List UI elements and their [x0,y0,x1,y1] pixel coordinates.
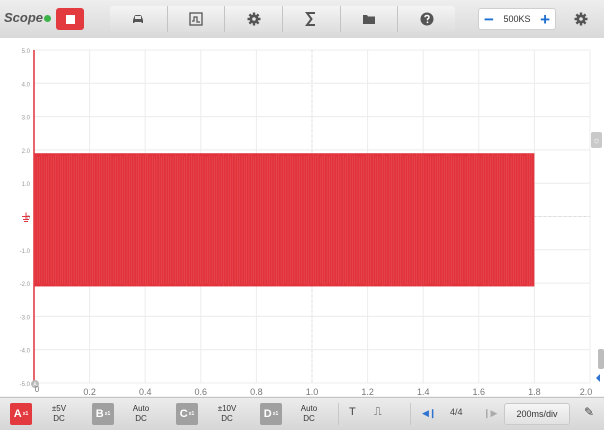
y-tick-label: 4.0 [22,82,31,88]
tool-group [110,6,455,32]
vehicle-button[interactable] [110,6,168,32]
channel-a-settings[interactable]: ±5V DC [44,404,74,424]
y-tick-label: 5.0 [22,49,31,55]
stop-button[interactable] [56,8,84,30]
sample-rate-value: 500KS [503,14,531,24]
x-origin-label: 0 [35,385,40,394]
channel-a-button[interactable]: Ax1 [10,403,32,425]
folder-button[interactable] [340,6,399,32]
sample-rate-decrease-button[interactable]: − [484,11,494,28]
y-tick-label: -4.0 [20,349,31,355]
divider [410,403,411,425]
y-tick-label: -5.0 [20,382,31,388]
divider [338,403,339,425]
sigma-math-icon [305,12,316,26]
channel-c-button[interactable]: Cx1 [176,403,198,425]
settings-tool-button[interactable] [225,6,284,32]
channel-d-settings[interactable]: Auto DC [294,404,324,424]
page-indicator: 4/4 [450,407,463,417]
app-title: Scope [4,10,52,25]
x-tick-label: 1.2 [361,387,374,396]
y-tick-label: -1.0 [20,249,31,255]
x-tick-label: 0.2 [83,387,96,396]
x-tick-label: 0.4 [139,387,152,396]
signal-fill [34,153,535,287]
x-tick-label: 2.0 [580,387,593,396]
end-marker-icon [596,374,600,382]
channel-d-button[interactable]: Dx1 [260,403,282,425]
sample-rate-control: − 500KS + [478,8,556,30]
y-tick-label: -3.0 [20,315,31,321]
folder-icon [363,15,376,24]
x-tick-label: 1.6 [473,387,486,396]
x-tick-label: 0.8 [250,387,263,396]
waveform-canvas: 5.04.03.02.01.00-1.0-2.0-3.0-4.0-5.0 A 00… [20,49,600,396]
x-tick-label: 1.4 [417,387,430,396]
x-tick-label: 1.0 [306,387,319,396]
sun-icon: ☼ [592,135,601,145]
math-button[interactable] [283,6,341,32]
next-page-icon[interactable]: ❙▶ [483,408,497,419]
y-tick-label: 2.0 [22,149,31,155]
help-icon [420,12,434,26]
right-scroll-handle[interactable] [598,349,604,369]
top-toolbar: Scope − 500KS + [0,0,604,39]
channel-b-button[interactable]: Bx1 [92,403,114,425]
channel-b-settings[interactable]: Auto DC [126,404,156,424]
auto-scale-handle[interactable]: ☼ [591,132,602,148]
sample-rate-increase-button[interactable]: + [540,11,550,28]
channel-bar: Ax1 ±5V DC Bx1 Auto DC Cx1 ±10V DC Dx1 A… [0,397,604,430]
x-tick-label: 0.6 [195,387,208,396]
help-button[interactable] [398,6,455,32]
waveform-library-icon [189,12,203,26]
y-tick-label: 3.0 [22,116,31,122]
settings-gear-icon [247,12,261,26]
waveform-library-button[interactable] [167,6,226,32]
x-axis: 0 0.2 0.4 0.6 0.8 1.0 1.2 1.4 1.6 1.8 2.0 [35,385,592,396]
pulse-trigger-icon[interactable]: ⎍ [374,406,382,419]
previous-page-icon[interactable]: ◀❙ [422,408,436,419]
trigger-button[interactable]: T [349,406,356,418]
status-dot-icon [44,15,52,23]
timebase-selector[interactable]: 200ms/div [504,403,570,425]
y-tick-label: -2.0 [20,282,31,288]
y-tick-label: 1.0 [22,182,31,188]
channel-c-settings[interactable]: ±10V DC [210,404,244,424]
signal-trace [34,153,535,287]
oscilloscope-display[interactable]: 5.0 4.0 3.0 2.0 1.0 0 -1.0 -2.0 -3.0 -4.0 -5.0 A 00… [0,38,604,396]
stop-square-icon [65,14,75,24]
x-tick-label: 1.8 [528,387,541,396]
probe-icon[interactable]: ✎ [584,405,594,419]
settings-button[interactable] [566,8,596,30]
gear-icon [574,12,588,26]
vehicle-icon [133,15,144,23]
